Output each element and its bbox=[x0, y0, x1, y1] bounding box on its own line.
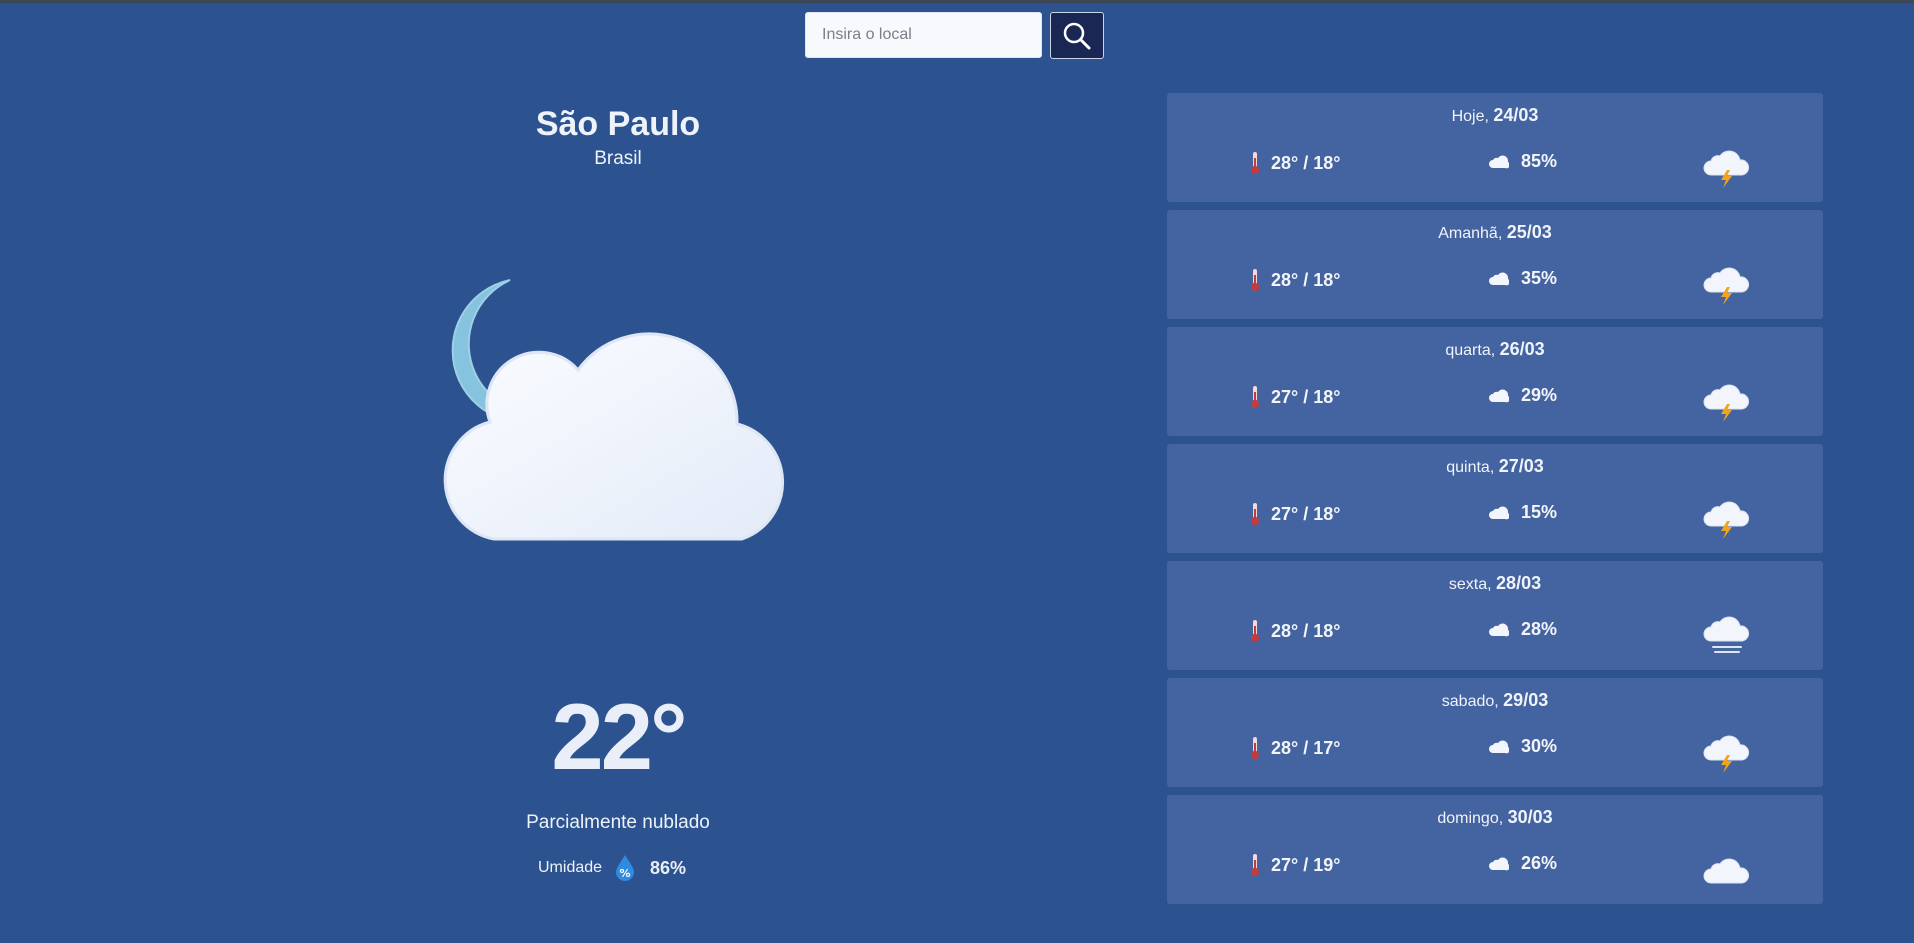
country-name: Brasil bbox=[594, 148, 642, 169]
cloud-icon bbox=[1703, 858, 1750, 884]
forecast-rain: 30% bbox=[1489, 736, 1557, 757]
thermometer-icon bbox=[1251, 737, 1259, 759]
forecast-rain-value: 29% bbox=[1521, 385, 1558, 405]
forecast-day-card: sabado, 29/03 28° / 17° 30% bbox=[1167, 678, 1823, 787]
forecast-day-card: quinta, 27/03 27° / 18° 15% bbox=[1167, 444, 1823, 553]
forecast-minmax-value: 28° / 17° bbox=[1271, 737, 1341, 758]
forecast-day-title: Amanhã, 25/03 bbox=[1167, 222, 1823, 243]
forecast-day-label: quarta, bbox=[1445, 342, 1500, 359]
forecast-minmax: 28° / 17° bbox=[1249, 736, 1340, 760]
forecast-day-card: domingo, 30/03 27° / 19° 26% bbox=[1167, 795, 1823, 904]
forecast-minmax-value: 28° / 18° bbox=[1271, 152, 1341, 173]
forecast-day-label: quinta, bbox=[1446, 459, 1499, 476]
forecast-day-card: Amanhã, 25/03 28° / 18° 35% bbox=[1167, 210, 1823, 319]
forecast-day-title: sexta, 28/03 bbox=[1167, 573, 1823, 594]
fog-icon bbox=[1703, 616, 1750, 653]
thunderstorm-icon bbox=[1703, 150, 1750, 188]
forecast-rain-value: 85% bbox=[1521, 151, 1558, 171]
cloud-small-icon bbox=[1489, 389, 1509, 402]
city-name: São Paulo bbox=[535, 105, 701, 143]
thermometer-icon bbox=[1251, 854, 1259, 876]
forecast-date: 29/03 bbox=[1503, 690, 1549, 710]
svg-text:%: % bbox=[620, 867, 631, 880]
forecast-day-title: Hoje, 24/03 bbox=[1167, 105, 1823, 126]
thermometer-icon bbox=[1251, 386, 1259, 408]
forecast-date: 26/03 bbox=[1499, 339, 1545, 359]
forecast-date: 30/03 bbox=[1507, 807, 1553, 827]
forecast-minmax: 27° / 18° bbox=[1249, 385, 1340, 409]
forecast-day-title: quinta, 27/03 bbox=[1167, 456, 1823, 477]
forecast-minmax-value: 27° / 19° bbox=[1271, 854, 1341, 875]
search-icon bbox=[1063, 22, 1091, 49]
forecast-day-label: sexta, bbox=[1448, 576, 1497, 593]
forecast-day-label: Hoje, bbox=[1451, 108, 1494, 125]
cloud-small-icon bbox=[1489, 155, 1509, 168]
thermometer-icon bbox=[1251, 503, 1259, 525]
search-button[interactable] bbox=[1050, 12, 1104, 59]
humidity-row: Umidade % 86% bbox=[538, 854, 686, 882]
forecast-day-card: Hoje, 24/03 28° / 18° 85% bbox=[1167, 93, 1823, 202]
forecast-day-title: sabado, 29/03 bbox=[1167, 690, 1823, 711]
forecast-day-label: domingo, bbox=[1437, 810, 1508, 827]
forecast-minmax: 27° / 18° bbox=[1249, 502, 1340, 526]
forecast-rain-value: 30% bbox=[1521, 736, 1558, 756]
forecast-minmax-value: 28° / 18° bbox=[1271, 269, 1341, 290]
forecast-rain: 28% bbox=[1489, 619, 1557, 640]
forecast-rain: 85% bbox=[1489, 151, 1557, 172]
forecast-minmax-value: 28° / 18° bbox=[1271, 620, 1341, 641]
thermometer-icon bbox=[1251, 269, 1259, 291]
forecast-minmax: 27° / 19° bbox=[1249, 853, 1340, 877]
weather-description: Parcialmente nublado bbox=[526, 812, 710, 833]
forecast-minmax-value: 27° / 18° bbox=[1271, 386, 1341, 407]
forecast-rain: 26% bbox=[1489, 853, 1557, 874]
forecast-rain-value: 35% bbox=[1521, 268, 1558, 288]
thunderstorm-icon bbox=[1703, 735, 1750, 773]
forecast-date: 27/03 bbox=[1498, 456, 1544, 476]
current-temperature: 22° bbox=[551, 684, 687, 789]
forecast-rain-value: 26% bbox=[1521, 853, 1558, 873]
forecast-minmax: 28° / 18° bbox=[1249, 268, 1340, 292]
cloud-small-icon bbox=[1489, 623, 1509, 636]
cloud-small-icon bbox=[1489, 272, 1509, 285]
forecast-rain: 35% bbox=[1489, 268, 1557, 289]
thunderstorm-icon bbox=[1703, 384, 1750, 422]
forecast-date: 25/03 bbox=[1506, 222, 1552, 242]
forecast-minmax-value: 27° / 18° bbox=[1271, 503, 1341, 524]
cloud-small-icon bbox=[1489, 506, 1509, 519]
thermometer-icon bbox=[1251, 620, 1259, 642]
search-bar bbox=[805, 12, 1104, 59]
forecast-day-card: sexta, 28/03 28° / 18° 28% bbox=[1167, 561, 1823, 670]
thunderstorm-icon bbox=[1703, 501, 1750, 539]
top-border bbox=[0, 0, 1914, 3]
humidity-label: Umidade bbox=[538, 859, 603, 876]
forecast-date: 24/03 bbox=[1493, 105, 1539, 125]
thunderstorm-icon bbox=[1703, 267, 1750, 305]
cloud-small-icon bbox=[1489, 857, 1509, 870]
forecast-date: 28/03 bbox=[1496, 573, 1542, 593]
forecast-minmax: 28° / 18° bbox=[1249, 619, 1340, 643]
forecast-rain-value: 28% bbox=[1521, 619, 1558, 639]
forecast-day-title: quarta, 26/03 bbox=[1167, 339, 1823, 360]
current-weather-header: São Paulo Brasil bbox=[418, 100, 818, 170]
cloud-small-icon bbox=[1489, 740, 1509, 753]
partly-cloudy-night-icon bbox=[443, 279, 785, 541]
forecast-minmax: 28° / 18° bbox=[1249, 151, 1340, 175]
forecast-day-card: quarta, 26/03 27° / 18° 29% bbox=[1167, 327, 1823, 436]
humidity-value: 86% bbox=[650, 857, 687, 878]
forecast-rain: 15% bbox=[1489, 502, 1557, 523]
forecast-rain-value: 15% bbox=[1521, 502, 1558, 522]
humidity-drop-icon: % bbox=[616, 855, 635, 881]
forecast-day-title: domingo, 30/03 bbox=[1167, 807, 1823, 828]
forecast-day-label: Amanhã, bbox=[1438, 225, 1507, 242]
forecast-list: Hoje, 24/03 28° / 18° 85% Amanhã, 25/03 … bbox=[1167, 93, 1823, 912]
thermometer-icon bbox=[1251, 152, 1259, 174]
search-input[interactable] bbox=[805, 12, 1042, 58]
forecast-day-label: sabado, bbox=[1441, 693, 1504, 710]
forecast-rain: 29% bbox=[1489, 385, 1557, 406]
